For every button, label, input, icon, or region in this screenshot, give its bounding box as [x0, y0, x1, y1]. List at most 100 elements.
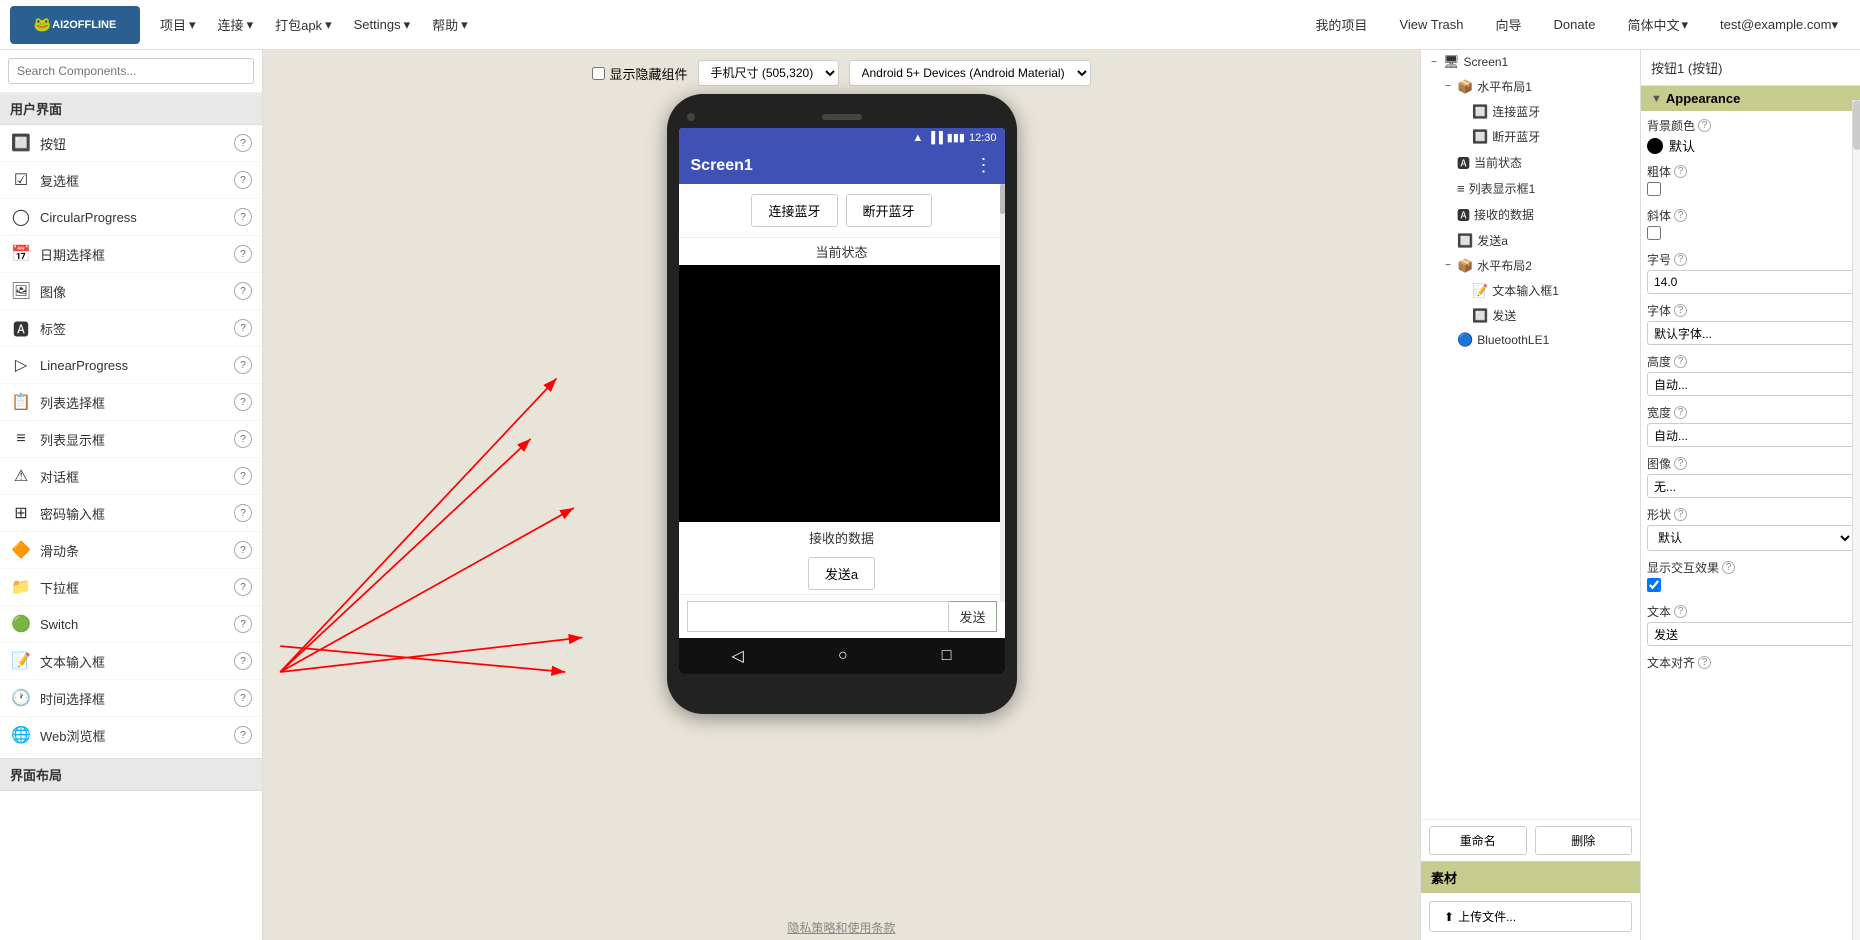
tree-item-received[interactable]: − 🅰 接收的数据 [1421, 201, 1640, 228]
shape-help[interactable]: ? [1674, 508, 1687, 521]
tree-item-hlayout1[interactable]: − 📦 水平布局1 [1421, 74, 1640, 99]
label-info[interactable]: ? [234, 319, 252, 337]
tree-item-senda[interactable]: − 🔲 发送a [1421, 228, 1640, 253]
sidebar-item-label[interactable]: 🅰 标签 ? [0, 310, 262, 347]
fontsize-help[interactable]: ? [1674, 253, 1687, 266]
device-select[interactable]: Android 5+ Devices (Android Material) [849, 60, 1091, 86]
webviewer-info[interactable]: ? [234, 726, 252, 744]
italic-checkbox[interactable] [1647, 226, 1661, 240]
tree-item-screen1[interactable]: − 🖥 Screen1 [1421, 50, 1640, 74]
connect-bt-btn[interactable]: 连接蓝牙 [751, 194, 837, 227]
shape-select[interactable]: 默认 [1647, 525, 1854, 551]
language-btn[interactable]: 简体中文▾ [1615, 9, 1700, 40]
tree-item-send[interactable]: − 🔲 发送 [1421, 303, 1640, 328]
feedback-checkbox[interactable] [1647, 578, 1661, 592]
sidebar-item-checkbox[interactable]: ☑ 复选框 ? [0, 162, 262, 199]
datepicker-info[interactable]: ? [234, 245, 252, 263]
donate-btn[interactable]: Donate [1542, 11, 1608, 38]
text-help[interactable]: ? [1674, 605, 1687, 618]
spinner-info[interactable]: ? [234, 578, 252, 596]
tree-item-connectbt[interactable]: − 🔲 连接蓝牙 [1421, 99, 1640, 124]
props-scrollbar[interactable] [1852, 100, 1860, 940]
tree-item-listview1[interactable]: − ≡ 列表显示框1 [1421, 176, 1640, 201]
feedback-help[interactable]: ? [1722, 561, 1735, 574]
bgcolor-color-swatch[interactable] [1647, 138, 1663, 154]
textbox-info[interactable]: ? [234, 652, 252, 670]
user-account-btn[interactable]: test@example.com▾ [1708, 11, 1850, 39]
italic-help[interactable]: ? [1674, 209, 1687, 222]
expand-hlayout2[interactable]: − [1441, 259, 1455, 273]
upload-btn[interactable]: ⬆ 上传文件... [1429, 901, 1632, 932]
image-help[interactable]: ? [1674, 457, 1687, 470]
width-input[interactable] [1647, 423, 1854, 447]
size-select[interactable]: 手机尺寸 (505,320) [698, 60, 839, 86]
expand-hlayout1[interactable]: − [1441, 80, 1455, 94]
tree-item-hlayout2[interactable]: − 📦 水平布局2 [1421, 253, 1640, 278]
sidebar-item-spinner[interactable]: 📁 下拉框 ? [0, 569, 262, 606]
font-help[interactable]: ? [1674, 304, 1687, 317]
search-input[interactable] [8, 58, 254, 84]
font-input[interactable] [1647, 321, 1854, 345]
phone-send-btn[interactable]: 发送 [949, 601, 996, 632]
menu-settings[interactable]: Settings ▾ [344, 9, 421, 40]
timepicker-info[interactable]: ? [234, 689, 252, 707]
menu-help[interactable]: 帮助 ▾ [422, 9, 478, 40]
sidebar-item-password[interactable]: ⊞ 密码输入框 ? [0, 495, 262, 532]
menu-connect[interactable]: 连接 ▾ [208, 9, 264, 40]
button-info[interactable]: ? [234, 134, 252, 152]
sidebar-item-timepicker[interactable]: 🕐 时间选择框 ? [0, 680, 262, 717]
sidebar-item-button[interactable]: 🔲 按钮 ? [0, 125, 262, 162]
password-info[interactable]: ? [234, 504, 252, 522]
height-help[interactable]: ? [1674, 355, 1687, 368]
textalign-help[interactable]: ? [1698, 656, 1711, 669]
rename-btn[interactable]: 重命名 [1429, 826, 1527, 855]
footer-link[interactable]: 隐私策略和使用条款 [787, 919, 895, 936]
sidebar-item-listpicker[interactable]: 📋 列表选择框 ? [0, 384, 262, 421]
tree-item-bluetooth[interactable]: − 🔵 BluetoothLE1 [1421, 328, 1640, 352]
view-trash-btn[interactable]: View Trash [1387, 11, 1475, 38]
linear-info[interactable]: ? [234, 356, 252, 374]
guide-btn[interactable]: 向导 [1484, 9, 1534, 40]
listview-info[interactable]: ? [234, 430, 252, 448]
sidebar-item-slider[interactable]: 🔶 滑动条 ? [0, 532, 262, 569]
sidebar-item-listview[interactable]: ≡ 列表显示框 ? [0, 421, 262, 458]
recent-icon[interactable]: □ [942, 647, 952, 665]
sidebar-item-webviewer[interactable]: 🌐 Web浏览框 ? [0, 717, 262, 754]
fontsize-input[interactable] [1647, 270, 1854, 294]
my-projects-btn[interactable]: 我的项目 [1303, 9, 1379, 40]
menu-apk[interactable]: 打包apk ▾ [265, 9, 342, 40]
width-help[interactable]: ? [1674, 406, 1687, 419]
image-info[interactable]: ? [234, 282, 252, 300]
delete-btn[interactable]: 删除 [1535, 826, 1633, 855]
sidebar-item-switch[interactable]: 🟢 Switch ? [0, 606, 262, 643]
switch-info[interactable]: ? [234, 615, 252, 633]
circular-info[interactable]: ? [234, 208, 252, 226]
sidebar-item-textbox[interactable]: 📝 文本输入框 ? [0, 643, 262, 680]
tree-item-disconnectbt[interactable]: − 🔲 断开蓝牙 [1421, 124, 1640, 149]
expand-screen1[interactable]: − [1427, 55, 1441, 69]
slider-info[interactable]: ? [234, 541, 252, 559]
height-input[interactable] [1647, 372, 1854, 396]
menu-project[interactable]: 项目 ▾ [150, 9, 206, 40]
home-icon[interactable]: ○ [838, 647, 848, 665]
dialog-info[interactable]: ? [234, 467, 252, 485]
bold-checkbox[interactable] [1647, 182, 1661, 196]
bold-help[interactable]: ? [1674, 165, 1687, 178]
show-hidden-checkbox[interactable] [592, 67, 605, 80]
disconnect-bt-btn[interactable]: 断开蓝牙 [846, 194, 932, 227]
tree-item-textinput1[interactable]: − 📝 文本输入框1 [1421, 278, 1640, 303]
bgcolor-help[interactable]: ? [1698, 119, 1711, 132]
sidebar-item-linear[interactable]: ▷ LinearProgress ? [0, 347, 262, 384]
sidebar-item-datepicker[interactable]: 📅 日期选择框 ? [0, 236, 262, 273]
back-icon[interactable]: ◁ [732, 646, 744, 666]
phone-text-input[interactable] [687, 601, 950, 632]
checkbox-info[interactable]: ? [234, 171, 252, 189]
text-input[interactable] [1647, 622, 1854, 646]
sidebar-item-dialog[interactable]: ⚠ 对话框 ? [0, 458, 262, 495]
tree-item-currentstate[interactable]: − 🅰 当前状态 [1421, 149, 1640, 176]
listpicker-info[interactable]: ? [234, 393, 252, 411]
image-input[interactable] [1647, 474, 1854, 498]
send-a-btn[interactable]: 发送a [808, 557, 875, 590]
sidebar-item-circular[interactable]: ◯ CircularProgress ? [0, 199, 262, 236]
sidebar-item-image[interactable]: 🖼 图像 ? [0, 273, 262, 310]
